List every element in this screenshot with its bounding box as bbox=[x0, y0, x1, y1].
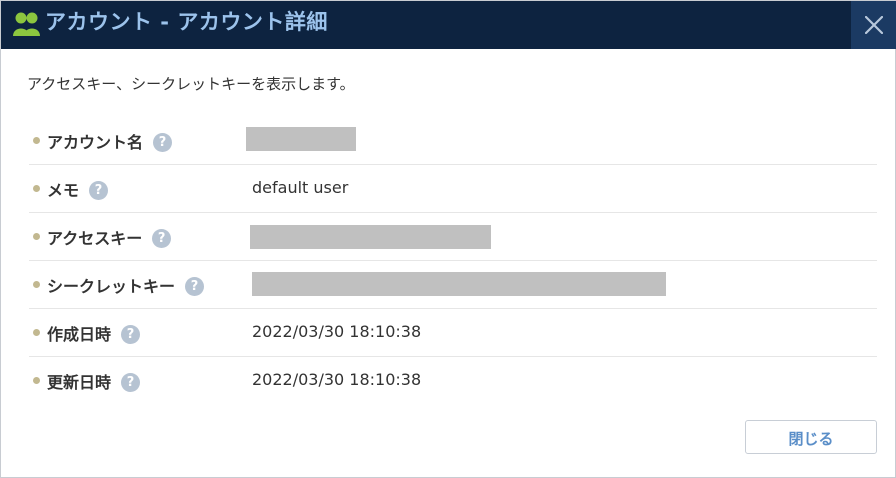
redacted-value bbox=[250, 225, 491, 249]
detail-value: default user bbox=[252, 178, 349, 197]
help-icon[interactable]: ? bbox=[152, 228, 172, 248]
detail-label: シークレットキー? bbox=[47, 273, 205, 297]
users-icon bbox=[13, 11, 41, 37]
bullet-icon bbox=[33, 233, 40, 240]
detail-label: アカウント名? bbox=[47, 129, 173, 153]
detail-label: 作成日時? bbox=[47, 321, 141, 345]
dialog-description: アクセスキー、シークレットキーを表示します。 bbox=[27, 75, 355, 93]
redacted-value bbox=[246, 127, 356, 151]
help-icon[interactable]: ? bbox=[153, 132, 173, 152]
close-button[interactable]: 閉じる bbox=[745, 420, 877, 454]
redacted-value bbox=[252, 272, 666, 296]
detail-row-created-at: 作成日時? 2022/03/30 18:10:38 bbox=[29, 309, 877, 357]
detail-row-updated-at: 更新日時? 2022/03/30 18:10:38 bbox=[29, 357, 877, 405]
bullet-icon bbox=[33, 185, 40, 192]
close-dialog-button[interactable] bbox=[851, 1, 896, 49]
dialog-titlebar: アカウント - アカウント詳細 bbox=[1, 1, 896, 49]
help-icon[interactable]: ? bbox=[121, 372, 141, 392]
detail-value: 2022/03/30 18:10:38 bbox=[252, 322, 422, 341]
detail-label: アクセスキー? bbox=[47, 225, 172, 249]
account-detail-dialog: アカウント - アカウント詳細 アクセスキー、シークレットキーを表示します。 ア… bbox=[0, 0, 896, 478]
bullet-icon bbox=[33, 137, 40, 144]
bullet-icon bbox=[33, 329, 40, 336]
dialog-title: アカウント - アカウント詳細 bbox=[45, 10, 328, 34]
detail-label: メモ? bbox=[47, 177, 109, 201]
help-icon[interactable]: ? bbox=[185, 276, 205, 296]
detail-row-memo: メモ? default user bbox=[29, 165, 877, 213]
bullet-icon bbox=[33, 281, 40, 288]
bullet-icon bbox=[33, 377, 40, 384]
help-icon[interactable]: ? bbox=[89, 180, 109, 200]
detail-label: 更新日時? bbox=[47, 369, 141, 393]
detail-row-account-name: アカウント名? bbox=[29, 117, 877, 165]
detail-list: アカウント名? メモ? default user アクセスキー? シークレットキ… bbox=[29, 117, 877, 405]
detail-row-secret-key: シークレットキー? bbox=[29, 261, 877, 309]
help-icon[interactable]: ? bbox=[121, 324, 141, 344]
detail-row-access-key: アクセスキー? bbox=[29, 213, 877, 261]
detail-value: 2022/03/30 18:10:38 bbox=[252, 370, 422, 389]
